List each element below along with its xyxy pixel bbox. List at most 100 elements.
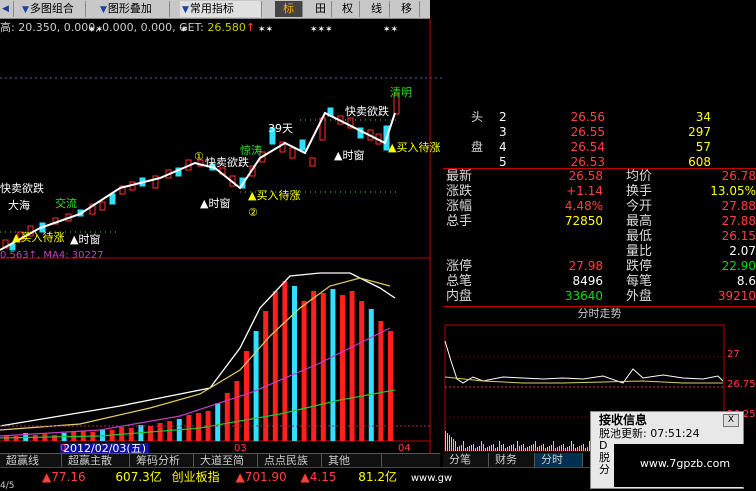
label-da-hai: 大海 — [8, 198, 30, 212]
minute-volume-bar — [541, 445, 542, 451]
minute-volume-bar — [547, 447, 548, 451]
minute-volume-bar — [449, 435, 450, 451]
bottom-tab[interactable]: 筹码分析 — [130, 454, 194, 468]
minute-volume-bar — [485, 448, 486, 451]
quote-value: 13.05% — [710, 184, 756, 198]
volume-bar — [272, 291, 278, 441]
minute-volume-bar — [497, 447, 498, 451]
minute-volume-bar — [521, 445, 522, 451]
minute-volume-bar — [501, 445, 502, 451]
order-book-volume: 57 — [695, 140, 711, 154]
quote-label: 最低 — [626, 229, 653, 244]
svg-text:✶✶: ✶✶ — [383, 25, 398, 35]
minute-volume-bar — [519, 446, 520, 451]
volume-ma-white — [0, 272, 396, 427]
order-book-volume: 34 — [695, 110, 711, 124]
minute-volume-bar — [487, 447, 488, 451]
quote-value: 33640 — [564, 289, 603, 303]
minute-volume-bar — [499, 441, 500, 451]
bottom-bar: 超赢线 超赢主散 筹码分析 大道至简 点点民族 其他 ▲77.16 607.3亿 创业板指… — [0, 453, 590, 491]
page-indicator[interactable]: 4/5 — [0, 481, 14, 491]
minute-volume-bar — [471, 445, 472, 451]
popup-close-button[interactable]: X — [723, 414, 739, 427]
volume-bar — [340, 295, 345, 441]
status-val3: 701.90 — [244, 470, 287, 484]
minute-volume-bar — [453, 439, 454, 451]
bottom-tab[interactable]: 超赢线 — [0, 454, 62, 468]
svg-text:✶✶: ✶✶ — [258, 25, 273, 35]
common-indicator-button[interactable]: 常用指标 — [180, 1, 262, 17]
minute-volume-bar — [573, 444, 574, 451]
bottom-tab[interactable]: 大道至简 — [194, 454, 258, 468]
right-tab[interactable]: 分时 — [535, 453, 583, 467]
minute-volume-bar — [551, 445, 552, 451]
kline-chart[interactable]: ✶✶ ✶ ✶✶ ✶✶✶ ✶✶ 清明 快卖欲跌 快卖欲跌 快卖欲跌 大海 交流 惊涛 3… — [0, 18, 443, 458]
minute-volume-bar — [511, 445, 512, 451]
minute-volume-bar — [531, 445, 532, 451]
quote-label: 量比 — [626, 244, 653, 259]
mark-button[interactable]: 标 — [275, 1, 303, 17]
quote-label: 每笔 — [626, 274, 653, 289]
label-shi-chuang-1: ▲时窗 — [200, 196, 230, 210]
label-circle-2: ② — [248, 206, 258, 219]
quote-label: 最新 — [446, 169, 473, 184]
minute-volume-bar — [447, 433, 448, 451]
label-qingming: 清明 — [390, 86, 412, 99]
label-kuai-mai-3: 快卖欲跌 — [0, 181, 44, 195]
quote-value: 4.48% — [564, 199, 603, 213]
grid-layout-button[interactable]: 田 — [310, 1, 332, 17]
move-button[interactable]: 移 — [394, 1, 420, 17]
quote-value: 27.88 — [721, 199, 756, 213]
watermark: www.7gpzb.com — [614, 444, 756, 487]
chart-overlay-button[interactable]: 图形叠加 — [98, 1, 170, 17]
label-kuai-mai-1: 快卖欲跌 — [345, 104, 389, 118]
order-book-label: 头 — [471, 110, 484, 124]
minute-volume-bar — [489, 446, 490, 451]
minute-volume-bar — [479, 446, 480, 451]
minute-volume-bar — [587, 447, 588, 451]
volume-series — [4, 281, 393, 441]
volume-bar — [330, 289, 336, 441]
bottom-tab[interactable]: 超赢主散 — [62, 454, 130, 468]
quote-label: 总手 — [446, 214, 473, 229]
quote-label: 总笔 — [446, 274, 473, 289]
right-tab[interactable]: 财务 — [489, 453, 535, 467]
label-mai-ru-3: ▲买入待涨 — [12, 230, 64, 244]
minute-volume-bar — [503, 444, 504, 451]
quote-label: 今开 — [626, 199, 653, 214]
line-button[interactable]: 线 — [364, 1, 390, 17]
volume-bar — [52, 435, 57, 441]
rights-button[interactable]: 权 — [336, 1, 360, 17]
volume-bar — [349, 291, 355, 441]
volume-bar — [282, 281, 288, 441]
minute-volume-bar — [455, 441, 456, 451]
right-tab[interactable]: 分笔 — [443, 453, 489, 467]
bottom-tab[interactable]: 点点民族 — [258, 454, 322, 468]
quote-label: 涨跌 — [446, 184, 473, 199]
toolbar-left-arrow-icon[interactable]: ◀ — [0, 1, 14, 17]
volume-bar — [186, 415, 192, 441]
volume-bar — [100, 429, 105, 441]
minute-volume-bar — [545, 448, 546, 451]
candle — [309, 157, 316, 167]
minute-volume-bar — [539, 446, 540, 451]
volume-bar — [388, 331, 393, 441]
quote-label: 换手 — [626, 184, 653, 199]
ma-info-line: 0.563↑, MA4: 30227 — [0, 250, 104, 261]
multi-chart-combo-button[interactable]: 多图组合 — [20, 1, 86, 17]
quote-label: 外盘 — [626, 289, 653, 304]
minute-volume-bar — [565, 448, 566, 451]
minute-volume-bar — [513, 444, 514, 451]
minute-volume-bar — [567, 447, 568, 451]
order-book-level: 4 — [499, 140, 507, 154]
minute-volume-bar — [445, 431, 446, 451]
candle — [289, 147, 296, 159]
minute-volume-bar — [517, 441, 518, 451]
bottom-tab[interactable]: 其他 — [322, 454, 382, 468]
volume-bar — [292, 286, 297, 441]
volume-bar — [196, 413, 201, 441]
minute-volume-bar — [579, 446, 580, 451]
status-site: www.gw — [410, 473, 453, 484]
volume-bar — [378, 321, 384, 441]
minute-volume-bar — [585, 448, 586, 451]
